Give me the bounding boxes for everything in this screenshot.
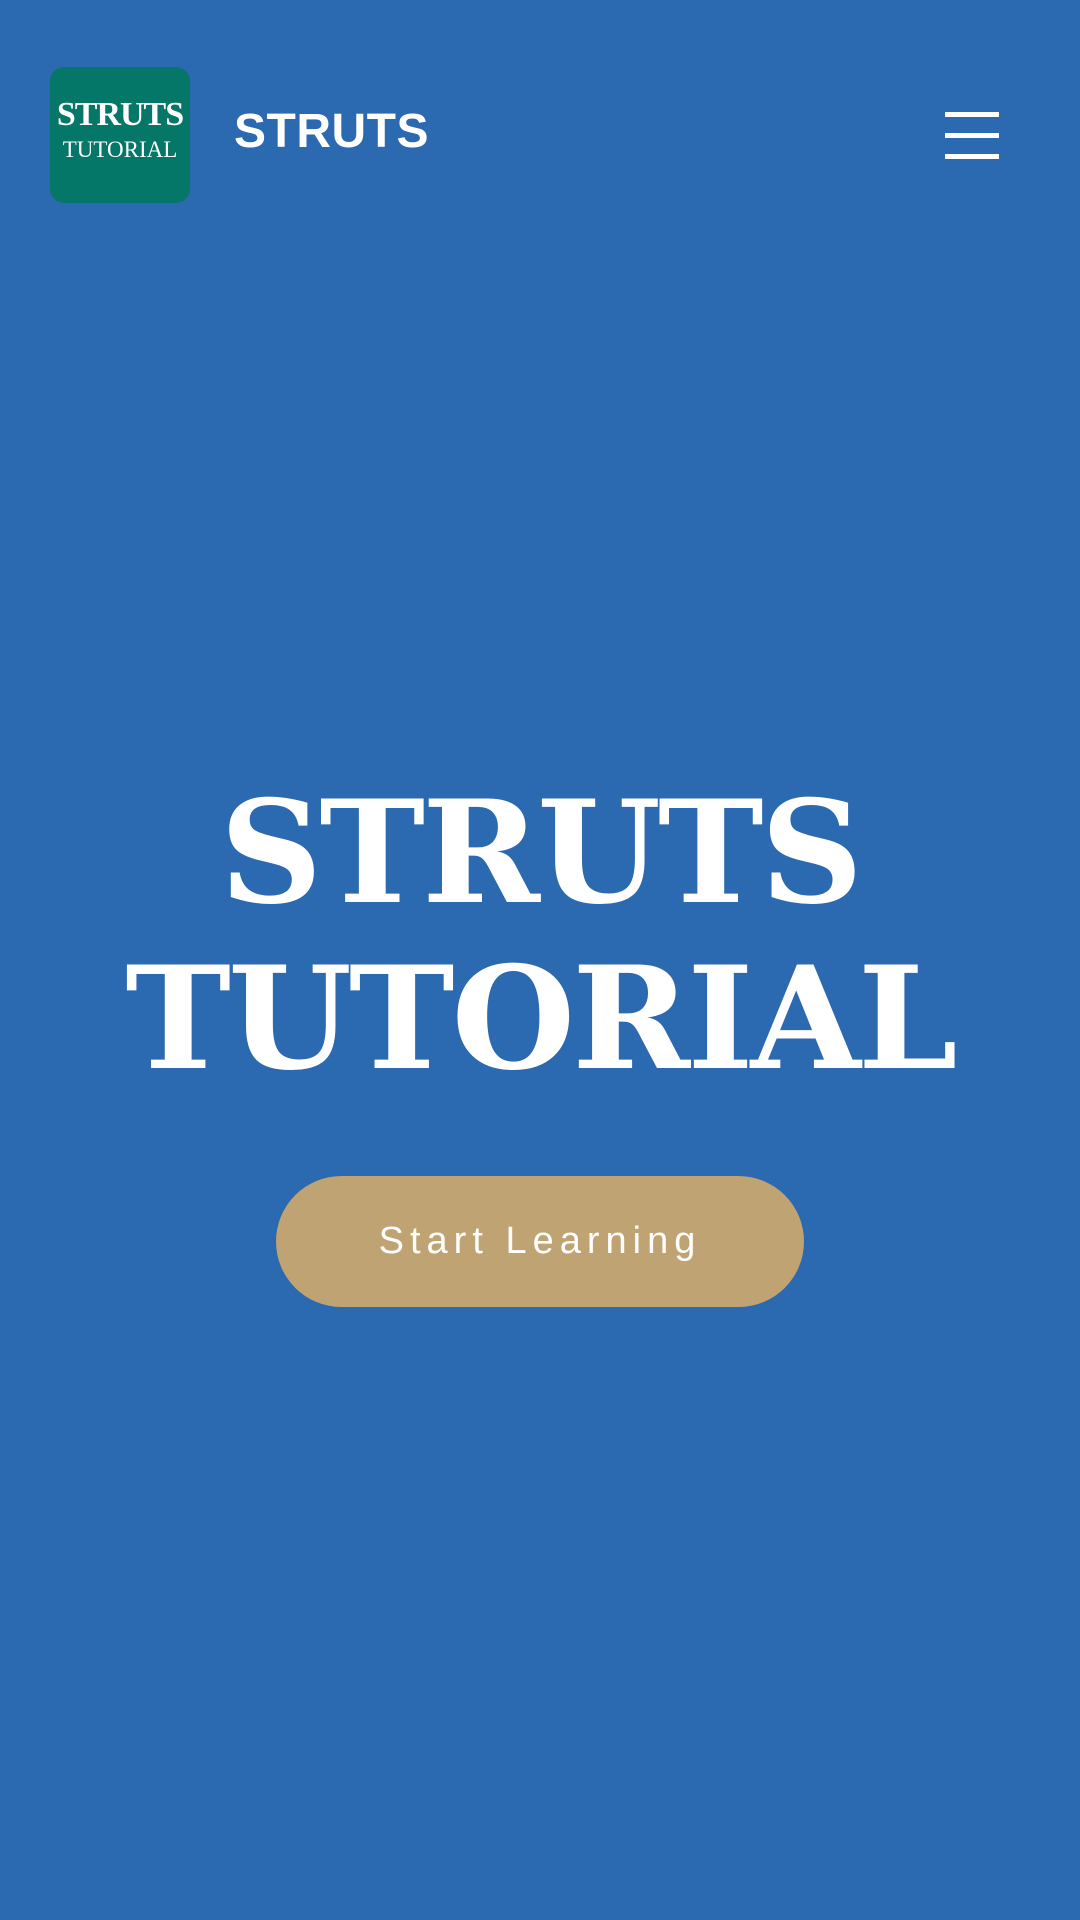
logo-text-secondary: TUTORIAL (62, 137, 178, 162)
site-header: STRUTS TUTORIAL STRUTS (0, 0, 1080, 270)
site-logo[interactable]: STRUTS TUTORIAL (50, 67, 190, 203)
hamburger-menu-icon (945, 133, 999, 138)
hero-title-line2: TUTORIAL (125, 936, 957, 1102)
menu-button[interactable] (936, 108, 1002, 164)
brand-name[interactable]: STRUTS (234, 104, 429, 160)
logo-text-primary: STRUTS (56, 96, 184, 133)
hero-title-line1: STRUTS (219, 770, 863, 936)
hamburger-menu-icon (945, 112, 999, 117)
start-learning-button[interactable]: Start Learning (276, 1176, 804, 1307)
hero-title: STRUTS TUTORIAL (0, 770, 1080, 1102)
hamburger-menu-icon (945, 154, 999, 159)
